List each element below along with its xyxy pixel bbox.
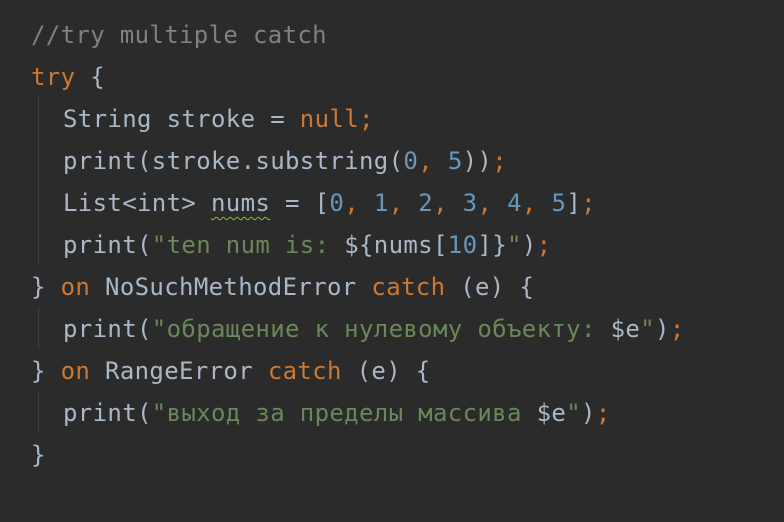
code-text: = [ (270, 189, 330, 217)
code-line-4[interactable]: print(stroke.substring(0, 5)); (31, 140, 507, 182)
code-line-2[interactable]: try { (31, 56, 105, 98)
comma: , (521, 189, 552, 217)
number-literal: 10 (447, 231, 478, 259)
code-line-6[interactable]: print("ten num is: ${nums[10]}"); (31, 224, 551, 266)
code-text: print(stroke.substring( (63, 147, 404, 175)
number-literal: 4 (507, 189, 522, 217)
code-editor[interactable]: //try multiple catch try { String stroke… (0, 0, 784, 522)
semicolon: ; (581, 189, 596, 217)
keyword-catch: catch (371, 273, 446, 301)
code-text: print( (63, 315, 152, 343)
comment: //try multiple catch (31, 21, 327, 49)
code-text: String stroke = (63, 105, 300, 133)
string-literal: " (566, 399, 581, 427)
code-text: } (31, 441, 46, 469)
code-text: ) (655, 315, 670, 343)
semicolon: ; (359, 105, 374, 133)
code-text: (e) { (341, 357, 431, 385)
code-line-3[interactable]: String stroke = null; (31, 98, 374, 140)
string-literal: "выход за пределы массива (151, 399, 537, 427)
keyword-catch: catch (267, 357, 342, 385)
code-text: List<int> (63, 189, 211, 217)
string-interpolation: ]} (477, 231, 508, 259)
string-literal: "ten num is: (151, 231, 345, 259)
semicolon: ; (492, 147, 508, 175)
keyword-try: try (31, 63, 76, 91)
semicolon: ; (536, 231, 552, 259)
semicolon: ; (669, 315, 685, 343)
number-literal: 5 (447, 147, 463, 175)
code-text: ) (581, 399, 596, 427)
code-text: (e) { (445, 273, 535, 301)
string-literal: " (507, 231, 522, 259)
code-line-7[interactable]: } on NoSuchMethodError catch (e) { (31, 266, 534, 308)
code-line-10[interactable]: print("выход за пределы массива $e"); (31, 392, 611, 434)
code-text: } (31, 273, 61, 301)
keyword-null: null (299, 105, 359, 133)
code-text: )) (462, 147, 493, 175)
string-literal: " (640, 315, 655, 343)
comma: , (477, 189, 508, 217)
code-text: RangeError (90, 357, 268, 385)
code-text: NoSuchMethodError (90, 273, 372, 301)
code-text: print( (63, 399, 152, 427)
number-literal: 1 (373, 189, 389, 217)
code-line-1[interactable]: //try multiple catch (31, 14, 327, 56)
comma: , (344, 189, 374, 217)
code-text: ) (521, 231, 537, 259)
string-interpolation: ${nums[ (344, 231, 448, 259)
number-literal: 0 (329, 189, 345, 217)
variable-nums-warning[interactable]: nums (211, 189, 270, 217)
keyword-on: on (60, 273, 91, 301)
number-literal: 3 (462, 189, 478, 217)
code-text: } (31, 357, 61, 385)
code-text: print( (63, 231, 152, 259)
code-line-5[interactable]: List<int> nums = [0, 1, 2, 3, 4, 5]; (31, 182, 596, 224)
code-text: { (75, 63, 106, 91)
comma: , (433, 189, 463, 217)
code-line-8[interactable]: print("обращение к нулевому объекту: $e"… (31, 308, 685, 350)
string-interpolation: $e (610, 315, 641, 343)
code-text: ] (566, 189, 582, 217)
keyword-on: on (60, 357, 91, 385)
code-line-9[interactable]: } on RangeError catch (e) { (31, 350, 431, 392)
number-literal: 5 (551, 189, 567, 217)
comma: , (388, 189, 419, 217)
semicolon: ; (595, 399, 611, 427)
comma: , (418, 147, 448, 175)
number-literal: 2 (418, 189, 434, 217)
code-line-11[interactable]: } (31, 434, 46, 476)
string-interpolation: $e (536, 399, 567, 427)
string-literal: "обращение к нулевому объекту: (151, 315, 611, 343)
number-literal: 0 (403, 147, 419, 175)
